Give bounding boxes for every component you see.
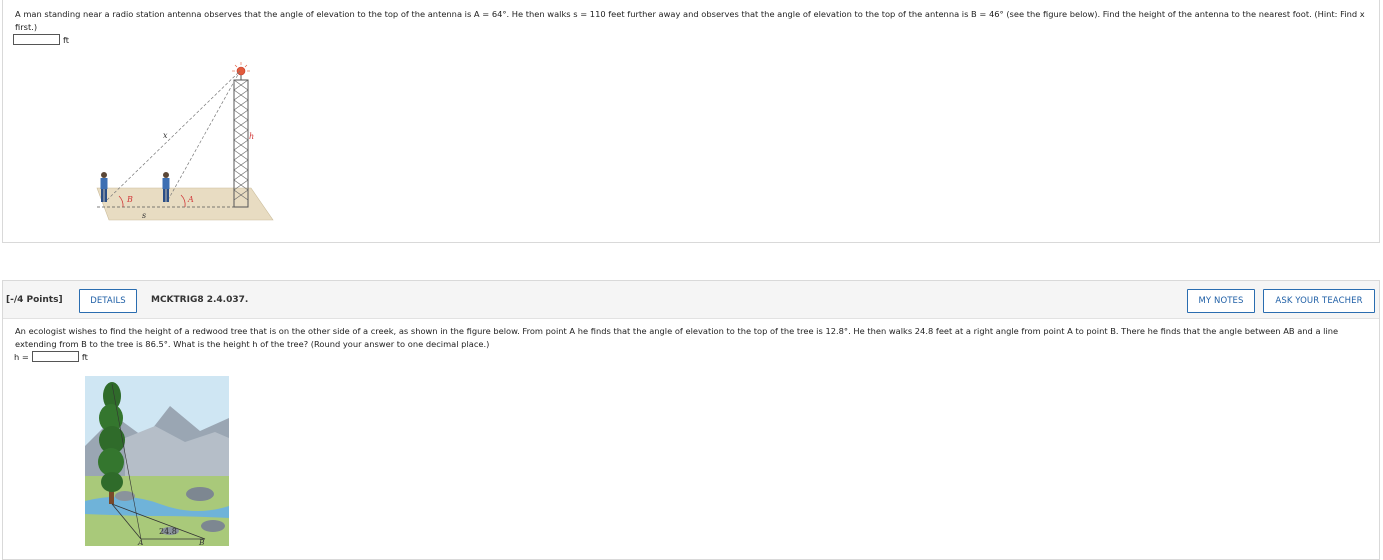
question-1-unit: ft xyxy=(63,34,70,45)
ask-your-teacher-button[interactable]: ASK YOUR TEACHER xyxy=(1263,289,1375,313)
question-1-answer-input[interactable] xyxy=(13,34,60,45)
points-label: [-/4 Points] xyxy=(6,295,63,305)
question-2-answer-input[interactable] xyxy=(31,351,79,362)
antenna-light-icon xyxy=(236,66,246,76)
h-label: h = xyxy=(14,351,29,362)
label-s: s xyxy=(142,211,146,220)
label-B: B xyxy=(126,195,133,204)
my-notes-button[interactable]: MY NOTES xyxy=(1187,289,1255,313)
label-x: x xyxy=(163,131,168,140)
question-2-panel: [-/4 Points] DETAILS MCKTRIG8 2.4.037. M… xyxy=(2,280,1380,560)
details-button[interactable]: DETAILS xyxy=(79,289,137,313)
question-1-answer-row: ft xyxy=(13,34,69,45)
question-2-text: An ecologist wishes to find the height o… xyxy=(15,326,1339,349)
sight-line-B xyxy=(106,70,241,201)
question-1-panel: A man standing near a radio station ante… xyxy=(2,0,1380,243)
label-point-A: A xyxy=(137,538,144,546)
question-2-header: [-/4 Points] DETAILS MCKTRIG8 2.4.037. M… xyxy=(3,281,1379,319)
redwood-figure: 24.8 A B xyxy=(85,376,229,546)
label-point-B: B xyxy=(198,538,205,546)
antenna-tower xyxy=(232,62,250,208)
question-2-answer-row: h = ft xyxy=(14,351,88,362)
label-A: A xyxy=(187,195,194,204)
label-h: h xyxy=(249,132,254,141)
question-1-text: A man standing near a radio station ante… xyxy=(15,9,1365,32)
question-2-unit: ft xyxy=(81,351,88,362)
label-distance: 24.8 xyxy=(159,527,177,536)
sight-line-A xyxy=(167,70,241,201)
antenna-figure: x h B A s xyxy=(96,62,274,221)
question-code: MCKTRIG8 2.4.037. xyxy=(151,295,249,305)
